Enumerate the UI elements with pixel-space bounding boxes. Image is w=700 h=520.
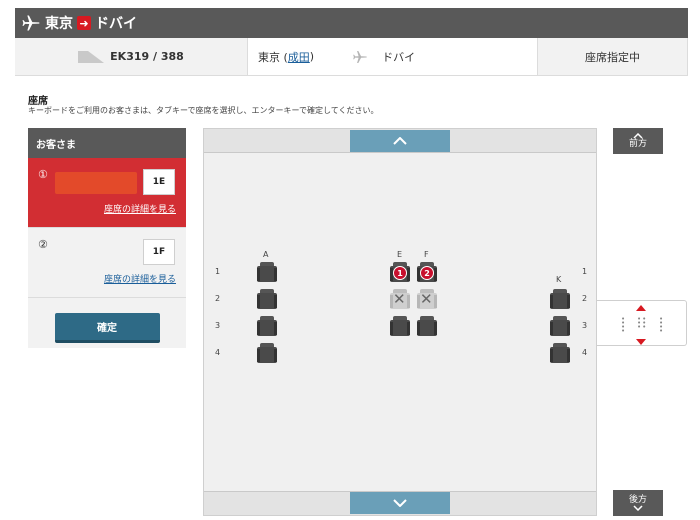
row-label: 2: [582, 294, 588, 303]
confirm-area: 確定: [28, 298, 186, 357]
passenger-panel-title: お客さま: [28, 128, 186, 158]
passenger-number: ②: [38, 238, 48, 251]
passenger-name-redacted: [55, 172, 137, 194]
seat-1f[interactable]: 2: [417, 262, 437, 282]
route-arrow-icon: ➜: [77, 16, 91, 30]
seat-detail-link[interactable]: 座席の詳細を見る: [104, 272, 176, 285]
forward-label: 前方: [628, 139, 647, 149]
column-label-e: E: [397, 250, 403, 259]
row-label: 1: [582, 267, 588, 276]
row-label: 2: [215, 294, 221, 303]
minimap-seat-dots: • • • •: [659, 315, 665, 335]
flight-number-cell: EK319 / 388: [15, 38, 248, 75]
minimap-down-indicator: [636, 339, 646, 345]
flight-info-row: EK319 / 388 東京 ( 成田 ) ドバイ 座席指定中: [15, 38, 688, 76]
seat-assignment-box[interactable]: 1F: [143, 239, 175, 265]
unavailable-icon: ✕: [393, 290, 406, 308]
minimap-seat-dots: • • • •: [621, 315, 627, 335]
destination-city: ドバイ: [382, 50, 416, 64]
route-destination: ドバイ: [95, 16, 137, 32]
seat-2k[interactable]: [550, 289, 570, 309]
airline-tail-icon: [78, 50, 105, 63]
confirm-button[interactable]: 確定: [54, 312, 160, 343]
aft-button[interactable]: 後方: [613, 490, 663, 516]
origin-city: 東京 (: [258, 50, 288, 64]
passenger-item-2[interactable]: ② 1F 座席の詳細を見る: [28, 228, 186, 298]
chevron-down-icon: [393, 499, 407, 507]
seat-detail-link[interactable]: 座席の詳細を見る: [104, 202, 176, 215]
cabin-minimap[interactable]: • • • • •• •• •• • • • •: [597, 300, 687, 346]
column-label-k: K: [556, 275, 562, 284]
origin-close-paren: ): [309, 50, 315, 63]
row-label: 3: [215, 321, 221, 330]
seat-3a[interactable]: [257, 316, 277, 336]
seat-2e: ✕: [390, 289, 410, 309]
forward-button[interactable]: 前方: [613, 128, 663, 154]
seat-2f: ✕: [417, 289, 437, 309]
passenger-panel: お客さま ① 1E 座席の詳細を見る ② 1F 座席の詳細を見る 確定: [28, 128, 186, 348]
route-origin: 東京: [45, 16, 73, 32]
chevron-up-icon: [393, 137, 407, 145]
booking-status-cell: 座席指定中: [538, 38, 688, 75]
scroll-up-button[interactable]: [350, 130, 450, 152]
seat-assignment-box[interactable]: 1E: [143, 169, 175, 195]
minimap-seat-dots: •• •• ••: [637, 315, 648, 331]
unavailable-icon: ✕: [420, 290, 433, 308]
seat-4a[interactable]: [257, 343, 277, 363]
column-label-a: A: [263, 250, 269, 259]
seat-1e[interactable]: 1: [390, 262, 410, 282]
chevron-down-icon: [633, 505, 643, 511]
airplane-icon: [353, 50, 367, 63]
origin-airport-link[interactable]: 成田: [288, 49, 310, 65]
seat-3f[interactable]: [417, 316, 437, 336]
seat-2a[interactable]: [257, 289, 277, 309]
seat-3e[interactable]: [390, 316, 410, 336]
row-label: 1: [215, 267, 221, 276]
booking-status: 座席指定中: [585, 50, 640, 64]
route-header: 東京 ➜ ドバイ: [15, 8, 688, 38]
passenger-item-1[interactable]: ① 1E 座席の詳細を見る: [28, 158, 186, 228]
passenger-badge: 2: [420, 266, 434, 280]
row-label: 4: [582, 348, 588, 357]
airplane-icon: [22, 15, 40, 31]
aft-label: 後方: [628, 495, 647, 505]
seat-1a[interactable]: [257, 262, 277, 282]
row-label: 4: [215, 348, 221, 357]
keyboard-instructions: キーボードをご利用のお客さまは、タブキーで座席を選択し、エンターキーで確定してく…: [28, 106, 379, 115]
passenger-badge: 1: [393, 266, 407, 280]
seat-3k[interactable]: [550, 316, 570, 336]
flight-number: EK319 / 388: [110, 50, 184, 63]
row-label: 3: [582, 321, 588, 330]
column-label-f: F: [424, 250, 429, 259]
seat-map: A E F K 1 2 3 4 1 2 3 4 1 ✕ 2 ✕: [203, 128, 597, 516]
flight-route-cell: 東京 ( 成田 ) ドバイ: [248, 38, 538, 75]
minimap-up-indicator: [636, 305, 646, 311]
seat-4k[interactable]: [550, 343, 570, 363]
passenger-number: ①: [38, 168, 48, 181]
scroll-down-button[interactable]: [350, 492, 450, 514]
